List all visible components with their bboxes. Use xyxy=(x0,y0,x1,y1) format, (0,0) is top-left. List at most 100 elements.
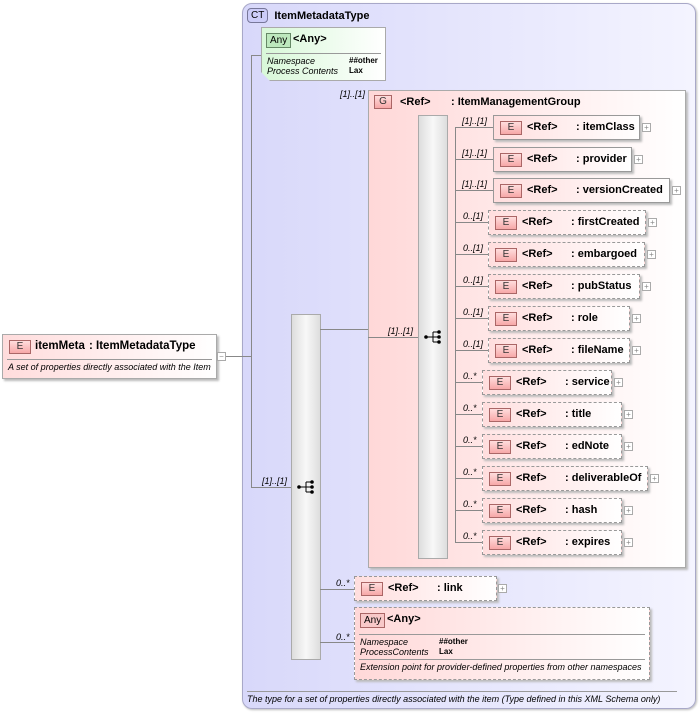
any-title: <Any> xyxy=(293,33,327,45)
expand-button[interactable]: + xyxy=(648,218,657,227)
expand-button[interactable]: + xyxy=(634,155,643,164)
any-title: <Any> xyxy=(387,613,421,625)
any-wildcard-bottom[interactable]: Any <Any> Namespace ##other ProcessConte… xyxy=(354,607,650,680)
any-badge: Any xyxy=(266,33,291,48)
element-row[interactable]: E <Ref> : title xyxy=(482,402,622,427)
element-badge: E xyxy=(9,340,31,354)
element-row[interactable]: E <Ref>: role xyxy=(488,306,630,331)
element-badge: E xyxy=(495,280,517,294)
element-row[interactable]: E <Ref> : service xyxy=(482,370,612,395)
expand-button[interactable]: + xyxy=(672,186,681,195)
element-ref: <Ref> xyxy=(516,376,547,388)
element-cardinality: [1]..[1] xyxy=(462,148,488,158)
element-cardinality: [1]..[1] xyxy=(462,179,488,189)
element-ref: <Ref> xyxy=(522,344,553,356)
group-sequence-cardinality: [1]..[1] xyxy=(388,326,414,336)
element-name: : hash xyxy=(565,504,598,516)
expand-button[interactable]: + xyxy=(624,410,633,419)
any-wildcard-top[interactable]: Any <Any> Namespace ##other Process Cont… xyxy=(261,27,386,81)
expand-button[interactable]: + xyxy=(624,506,633,515)
complex-type-name: ItemMetadataType xyxy=(274,9,370,22)
group-ref: <Ref> xyxy=(400,96,431,108)
element-badge: E xyxy=(489,440,511,454)
element-ref: <Ref> xyxy=(388,582,419,594)
expand-button[interactable]: + xyxy=(642,282,651,291)
expand-button[interactable]: + xyxy=(614,378,623,387)
expand-button[interactable]: + xyxy=(650,474,659,483)
element-ref: <Ref> xyxy=(522,312,553,324)
element-row[interactable]: E <Ref> : hash xyxy=(482,498,622,523)
namespace-value: ##other xyxy=(349,56,378,65)
element-ref: <Ref> xyxy=(516,408,547,420)
namespace-label: Namespace xyxy=(267,56,316,66)
any-badge: Any xyxy=(360,613,386,628)
element-name: : expires xyxy=(565,536,611,548)
element-cardinality: 0..[1] xyxy=(463,307,484,317)
element-cardinality: 0..* xyxy=(463,499,477,509)
element-badge: E xyxy=(489,408,511,422)
element-row[interactable]: E <Ref>: fileName xyxy=(488,338,630,363)
expand-button[interactable]: + xyxy=(647,250,656,259)
element-cardinality: [1]..[1] xyxy=(462,116,488,126)
element-name: : firstCreated xyxy=(571,216,640,228)
element-cardinality: 0..[1] xyxy=(463,243,484,253)
group-name: : ItemManagementGroup xyxy=(451,96,581,108)
element-badge: E xyxy=(361,582,383,596)
group-badge: G xyxy=(374,95,392,109)
element-ref: <Ref> xyxy=(516,472,547,484)
element-link[interactable]: E <Ref> : link xyxy=(354,576,497,601)
element-ref: <Ref> xyxy=(516,536,547,548)
element-badge: E xyxy=(489,504,511,518)
expand-button[interactable]: + xyxy=(624,442,633,451)
process-contents-value: Lax xyxy=(439,647,453,656)
element-badge: E xyxy=(500,153,522,167)
element-ref: <Ref> xyxy=(522,248,553,260)
expand-button[interactable]: + xyxy=(642,123,651,132)
element-ref: <Ref> xyxy=(516,504,547,516)
process-contents-label: Process Contents xyxy=(267,66,339,76)
element-cardinality: 0..[1] xyxy=(463,275,484,285)
process-contents-value: Lax xyxy=(349,66,363,75)
element-cardinality: 0..* xyxy=(463,467,477,477)
element-cardinality: 0..* xyxy=(463,531,477,541)
process-contents-label: ProcessContents xyxy=(360,647,429,657)
any-documentation: Extension point for provider-defined pro… xyxy=(360,662,642,672)
element-cardinality: 0..* xyxy=(463,435,477,445)
element-badge: E xyxy=(489,536,511,550)
expand-button[interactable]: + xyxy=(632,314,641,323)
element-name: : provider xyxy=(576,153,627,165)
element-row[interactable]: E <Ref> : embargoed xyxy=(488,242,645,267)
root-element-itemMeta[interactable]: E itemMeta : ItemMetadataType A set of p… xyxy=(2,334,217,379)
sequence-icon xyxy=(424,330,441,344)
element-name: : title xyxy=(565,408,592,420)
element-row[interactable]: E <Ref> : expires xyxy=(482,530,622,555)
element-ref: <Ref> xyxy=(522,216,553,228)
element-row[interactable]: E <Ref>: provider xyxy=(493,147,632,172)
element-badge: E xyxy=(495,344,517,358)
element-name: : pubStatus xyxy=(571,280,632,292)
element-name: : edNote xyxy=(565,440,609,452)
element-row[interactable]: E <Ref>: versionCreated xyxy=(493,178,670,203)
element-row[interactable]: E <Ref>: firstCreated xyxy=(488,210,646,235)
expand-button[interactable]: + xyxy=(498,584,507,593)
collapse-button[interactable]: − xyxy=(217,352,226,361)
element-name: : service xyxy=(565,376,610,388)
complex-type-badge: CT xyxy=(247,8,269,23)
any-cardinality: 0..* xyxy=(336,632,350,642)
element-badge: E xyxy=(489,472,511,486)
expand-button[interactable]: + xyxy=(624,538,633,547)
element-row[interactable]: E <Ref>: pubStatus xyxy=(488,274,640,299)
namespace-value: ##other xyxy=(439,637,468,646)
complex-type-documentation: The type for a set of properties directl… xyxy=(247,694,661,704)
element-badge: E xyxy=(495,312,517,326)
element-badge: E xyxy=(495,248,517,262)
element-row[interactable]: E <Ref>: edNote xyxy=(482,434,622,459)
namespace-label: Namespace xyxy=(360,637,409,647)
element-row[interactable]: E <Ref>: deliverableOf xyxy=(482,466,648,491)
element-row[interactable]: E <Ref>: itemClass xyxy=(493,115,640,140)
expand-button[interactable]: + xyxy=(632,346,641,355)
element-badge: E xyxy=(500,121,522,135)
element-badge: E xyxy=(489,376,511,390)
element-name: : embargoed xyxy=(571,248,638,260)
element-name: : versionCreated xyxy=(576,184,663,196)
